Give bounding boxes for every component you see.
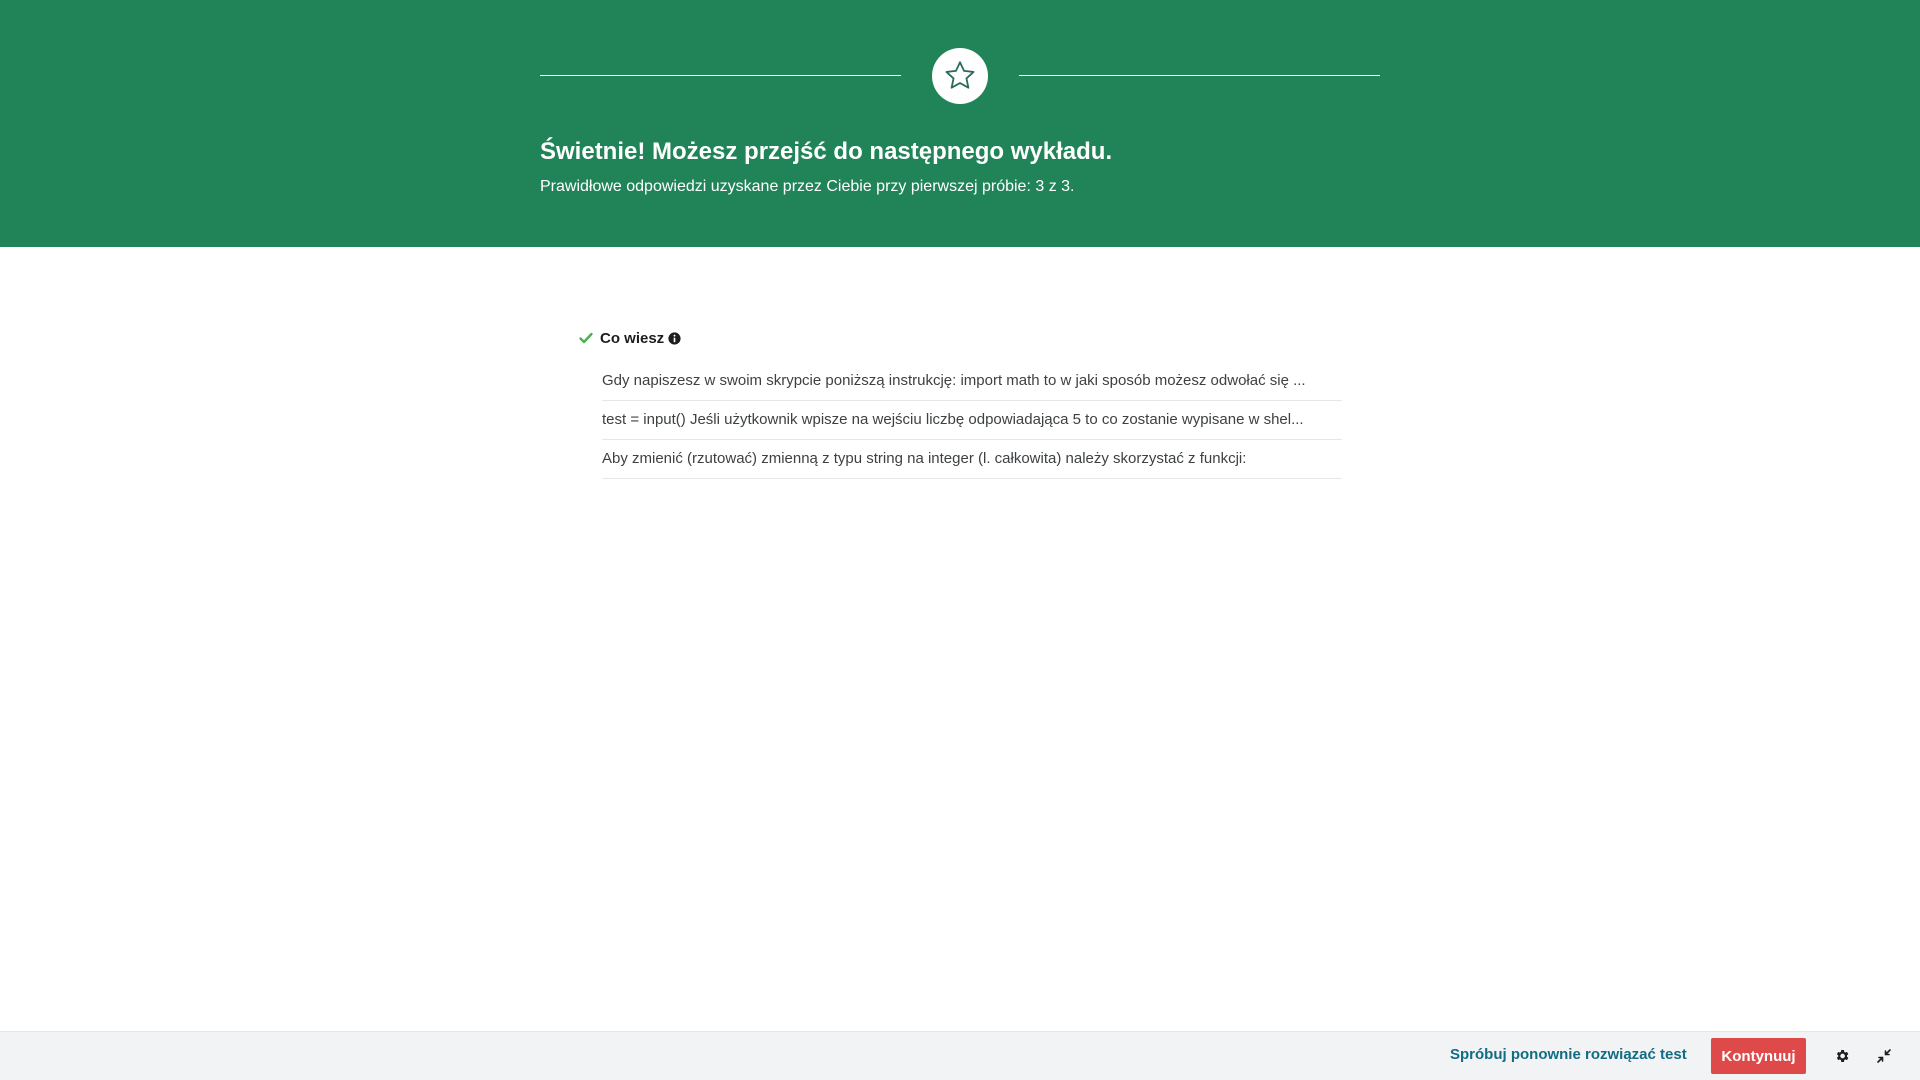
- result-title: Świetnie! Możesz przejść do następnego w…: [540, 138, 1113, 165]
- summary-heading: Co wiesz: [578, 326, 1342, 350]
- question-item[interactable]: Aby zmienić (rzutować) zmienną z typu st…: [602, 440, 1342, 479]
- banner-divider-left: [540, 75, 901, 76]
- question-item[interactable]: test = input() Jeśli użytkownik wpisze n…: [602, 401, 1342, 440]
- gear-icon[interactable]: [1832, 1046, 1852, 1066]
- star-badge: [932, 48, 988, 104]
- footer-bar: Spróbuj ponownie rozwiązać test Kontynuu…: [0, 1031, 1920, 1080]
- collapse-icon[interactable]: [1874, 1046, 1894, 1066]
- banner-divider-right: [1019, 75, 1380, 76]
- star-icon: [945, 61, 975, 89]
- retry-test-link[interactable]: Spróbuj ponownie rozwiązać test: [1450, 1046, 1687, 1063]
- question-item[interactable]: Gdy napiszesz w swoim skrypcie poniższą …: [602, 362, 1342, 401]
- result-score-text: Prawidłowe odpowiedzi uzyskane przez Cie…: [540, 178, 1075, 195]
- summary-heading-label: Co wiesz: [600, 329, 665, 347]
- knowledge-summary: Co wiesz Gdy napiszesz w swoim skrypcie …: [578, 326, 1342, 479]
- check-icon: [578, 330, 594, 346]
- info-icon[interactable]: [668, 331, 681, 345]
- result-banner: Świetnie! Możesz przejść do następnego w…: [0, 0, 1920, 247]
- question-list: Gdy napiszesz w swoim skrypcie poniższą …: [602, 362, 1342, 479]
- continue-button[interactable]: Kontynuuj: [1711, 1038, 1806, 1074]
